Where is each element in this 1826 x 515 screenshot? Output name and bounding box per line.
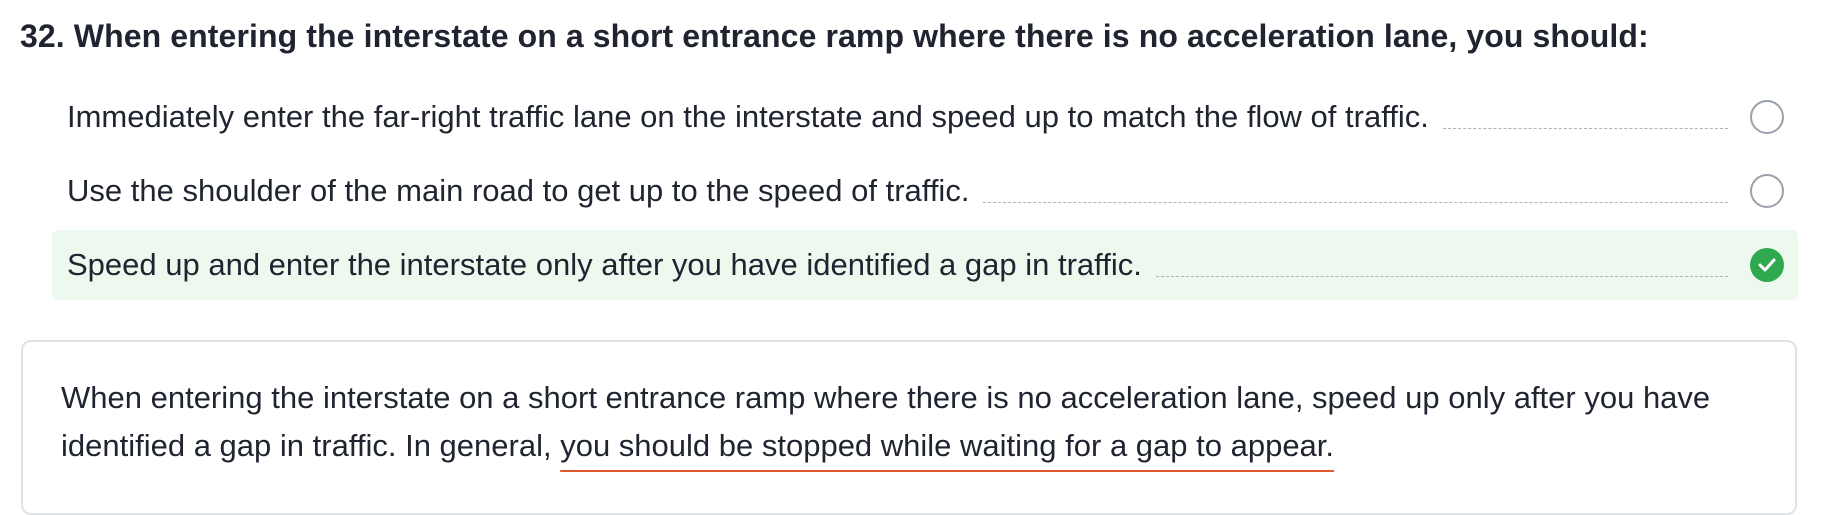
explanation-highlight: you should be stopped while waiting for … bbox=[560, 428, 1335, 463]
radio-empty-icon[interactable] bbox=[1750, 174, 1784, 208]
explanation-text: When entering the interstate on a short … bbox=[61, 374, 1761, 470]
answer-option-1[interactable]: Immediately enter the far-right traffic … bbox=[52, 82, 1798, 152]
answer-option-text: Speed up and enter the interstate only a… bbox=[67, 247, 1142, 282]
answer-option-3-correct[interactable]: Speed up and enter the interstate only a… bbox=[52, 230, 1798, 300]
question-title: 32. When entering the interstate on a sh… bbox=[20, 18, 1649, 54]
answer-option-text: Use the shoulder of the main road to get… bbox=[67, 173, 970, 208]
answer-option-2[interactable]: Use the shoulder of the main road to get… bbox=[52, 156, 1798, 226]
dotted-leader bbox=[1442, 127, 1728, 129]
dotted-leader bbox=[983, 201, 1728, 203]
radio-empty-icon[interactable] bbox=[1750, 100, 1784, 134]
answer-option-text: Immediately enter the far-right traffic … bbox=[67, 99, 1429, 134]
check-circle-icon[interactable] bbox=[1750, 248, 1784, 282]
answer-options: Immediately enter the far-right traffic … bbox=[52, 82, 1798, 304]
checkmark-icon bbox=[1758, 258, 1776, 272]
explanation-box: When entering the interstate on a short … bbox=[21, 340, 1797, 515]
dotted-leader bbox=[1155, 275, 1728, 277]
